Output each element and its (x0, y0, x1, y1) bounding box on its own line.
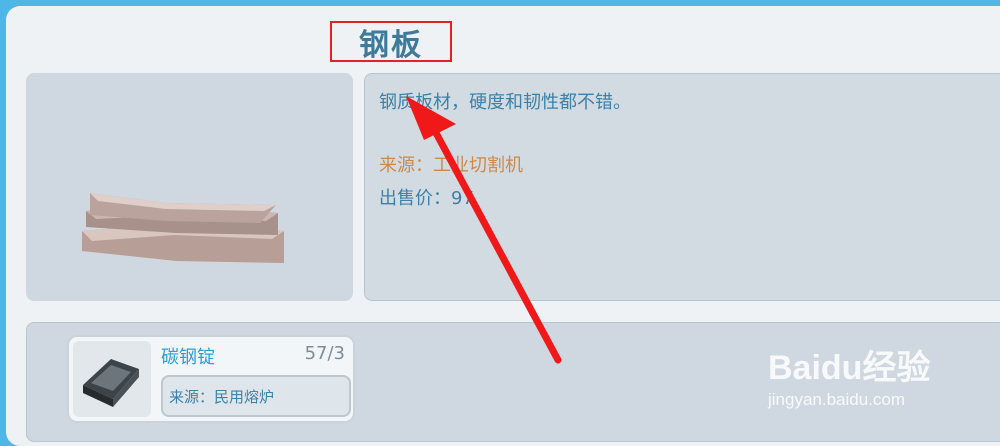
red-arrow (406, 96, 562, 364)
